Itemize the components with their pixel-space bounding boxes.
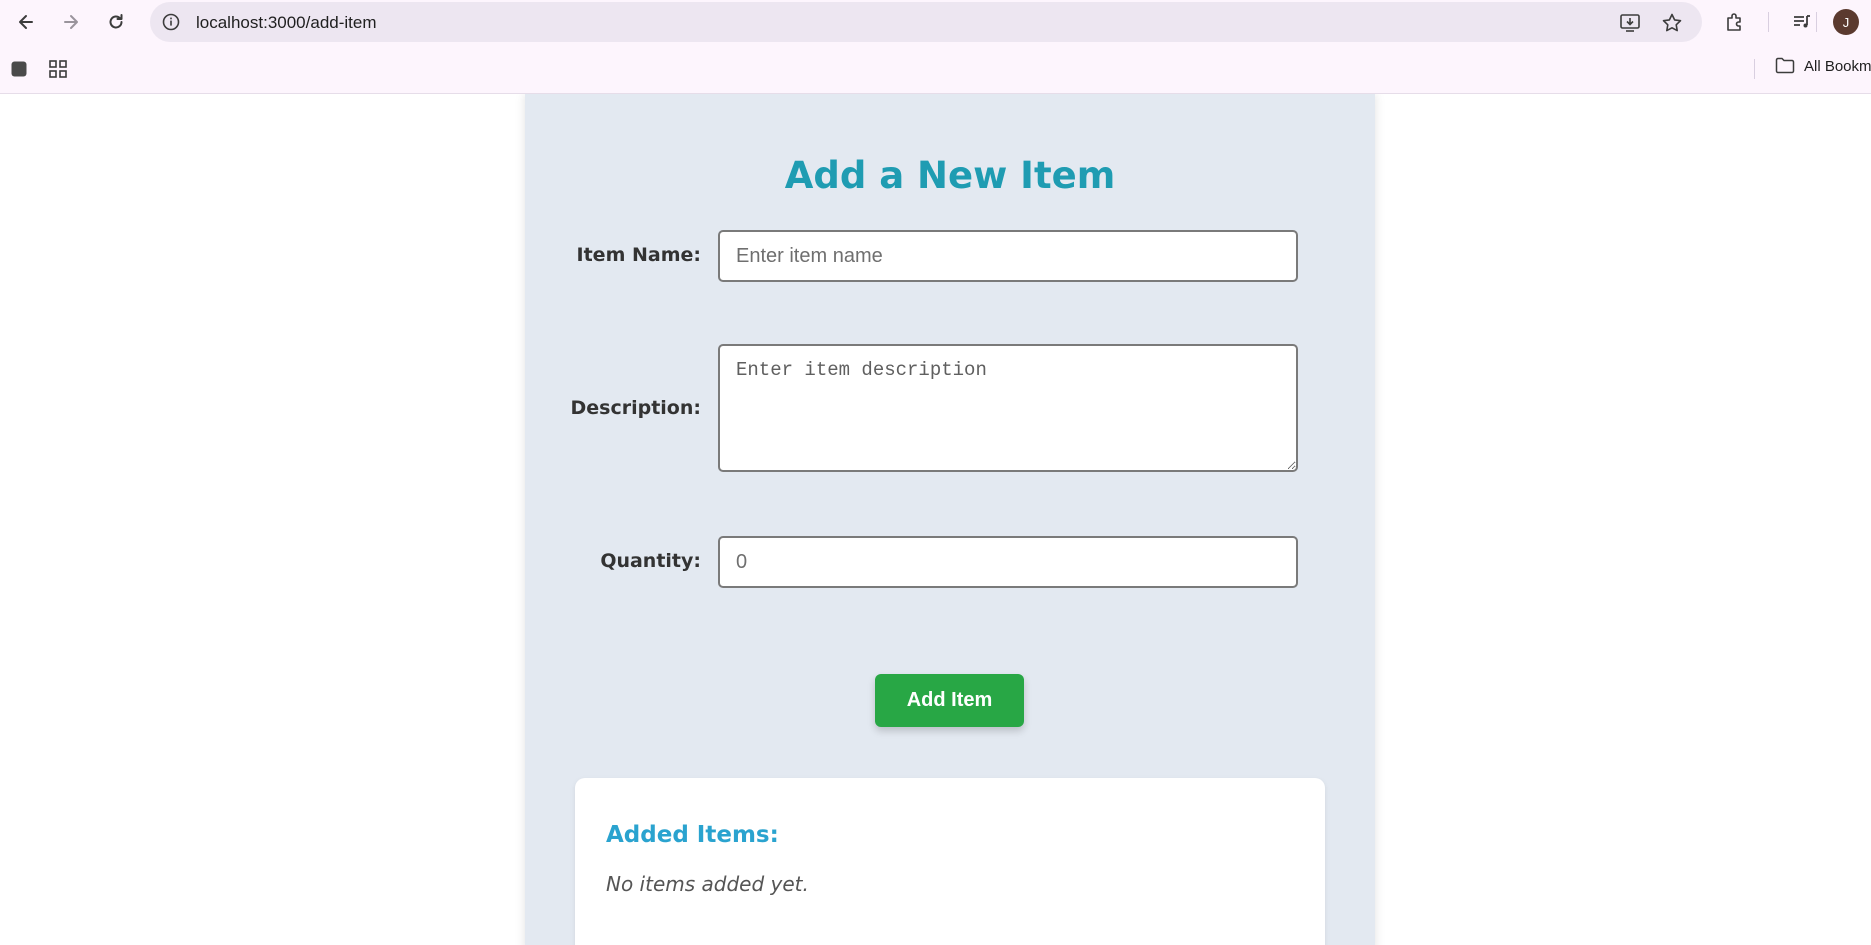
description-label: Description: — [570, 397, 702, 419]
toolbar-divider — [1816, 12, 1817, 32]
extensions-puzzle-icon[interactable] — [1722, 9, 1748, 35]
tab-groups-icon[interactable] — [8, 58, 30, 80]
install-app-icon[interactable] — [1618, 11, 1642, 35]
item-name-label: Item Name: — [576, 244, 701, 266]
toolbar-divider — [1768, 12, 1769, 32]
added-items-heading: Added Items: — [606, 822, 779, 848]
url-text[interactable]: localhost:3000/add-item — [196, 13, 377, 33]
bookmarks-divider — [1754, 59, 1755, 79]
all-bookmarks-button[interactable]: All Bookm — [1775, 57, 1871, 75]
page-title: Add a New Item — [784, 154, 1116, 197]
quantity-label: Quantity: — [600, 550, 701, 572]
description-textarea[interactable] — [718, 344, 1298, 472]
address-bar[interactable]: localhost:3000/add-item — [150, 2, 1702, 42]
folder-icon — [1775, 57, 1795, 74]
forward-arrow-icon[interactable] — [57, 8, 85, 36]
back-arrow-icon[interactable] — [12, 8, 40, 36]
bookmark-star-icon[interactable] — [1660, 11, 1684, 35]
media-queue-icon[interactable] — [1789, 9, 1815, 35]
added-items-panel: Added Items: No items added yet. — [575, 778, 1325, 945]
site-info-icon[interactable] — [162, 13, 180, 31]
item-name-input[interactable] — [718, 230, 1298, 282]
add-item-card: Add a New Item Item Name: Description: Q… — [525, 94, 1375, 945]
page-content: Add a New Item Item Name: Description: Q… — [0, 94, 1871, 945]
reload-icon[interactable] — [102, 8, 130, 36]
all-bookmarks-label: All Bookm — [1804, 57, 1871, 75]
profile-avatar[interactable]: J — [1833, 9, 1859, 35]
browser-toolbar: localhost:3000/add-item J — [0, 0, 1871, 44]
apps-grid-icon[interactable] — [47, 58, 69, 80]
empty-items-message: No items added yet. — [606, 872, 809, 896]
quantity-input[interactable] — [718, 536, 1298, 588]
bookmarks-bar: All Bookm — [0, 44, 1871, 94]
add-item-button[interactable]: Add Item — [875, 674, 1024, 727]
